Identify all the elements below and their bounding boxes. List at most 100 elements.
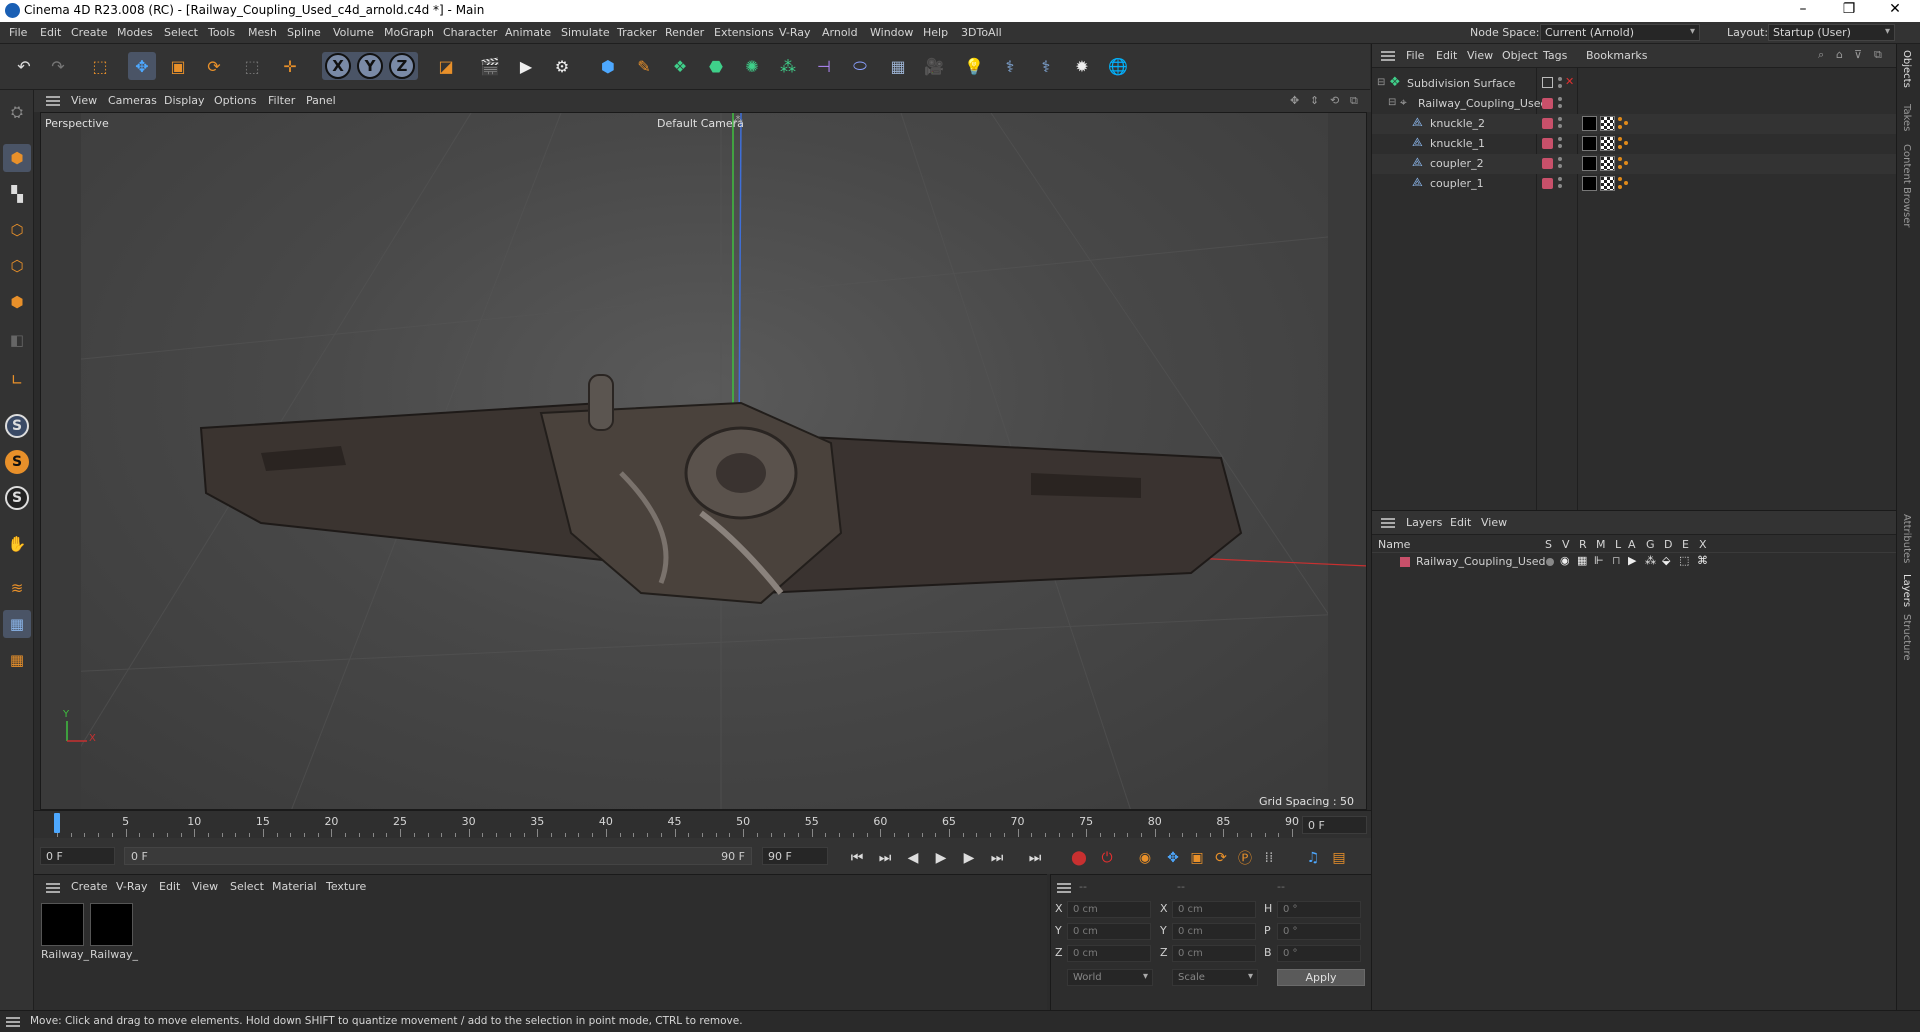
subdivision-generator-icon[interactable]: ❖: [666, 52, 694, 80]
recent-tools-icon[interactable]: ⬚: [238, 52, 266, 80]
snap-icon-2[interactable]: S: [3, 448, 31, 476]
menu-tracker[interactable]: Tracker: [617, 26, 657, 39]
menu-extensions[interactable]: Extensions: [714, 26, 774, 39]
globe-icon[interactable]: 🌐: [1104, 52, 1132, 80]
object-name[interactable]: knuckle_2: [1430, 117, 1485, 130]
polygons-mode-icon[interactable]: ⬢: [3, 288, 31, 316]
render-region-icon[interactable]: 🎬: [476, 52, 504, 80]
layer-row-railway-coupling-used[interactable]: Railway_Coupling_Used ◉ ▦ ⊩ ⊓ ▶ ⁂ ⬙ ⬚ ⌘: [1372, 554, 1897, 570]
visibility-dots-icon[interactable]: [1558, 137, 1562, 149]
object-hamburger-icon[interactable]: [1381, 51, 1395, 61]
camera-icon[interactable]: 🎥: [920, 52, 948, 80]
material-menu-material[interactable]: Material: [272, 880, 317, 893]
viewport-menu-filter[interactable]: Filter: [268, 94, 295, 107]
menu-render[interactable]: Render: [665, 26, 704, 39]
camera-link-icon[interactable]: ⁂: [733, 115, 743, 126]
python-icon[interactable]: ⚕: [996, 52, 1024, 80]
layer-generators-icon[interactable]: ⁂: [1645, 554, 1656, 567]
selection-tag-icon[interactable]: [1618, 117, 1630, 129]
layer-animation-icon[interactable]: ▶: [1628, 554, 1636, 567]
uvw-tag-icon[interactable]: [1600, 176, 1615, 191]
menu-character[interactable]: Character: [443, 26, 497, 39]
mograph-cloner-icon[interactable]: ✺: [738, 52, 766, 80]
material-tag-icon[interactable]: [1582, 176, 1597, 191]
key-scale-icon[interactable]: ▣: [1186, 847, 1208, 869]
object-row-railway-coupling-used[interactable]: ⊟ ⌖ Railway_Coupling_Used: [1372, 94, 1897, 114]
timeline-ruler[interactable]: 051015202530354045505560657075808590 0 F: [34, 810, 1371, 838]
object-home-icon[interactable]: ⌂: [1836, 48, 1843, 61]
record-active-icon[interactable]: ⬤: [1068, 847, 1090, 869]
layer-hamburger-icon[interactable]: [1381, 518, 1395, 528]
layer-color-swatch[interactable]: [1400, 557, 1410, 567]
move-tool-icon[interactable]: ✥: [128, 52, 156, 80]
live-selection-icon[interactable]: ⬚: [86, 52, 114, 80]
tweak-mode-icon[interactable]: ✋: [3, 530, 31, 558]
layer-col-manager[interactable]: M: [1596, 538, 1606, 551]
layer-expressions-icon[interactable]: ⬚: [1679, 554, 1689, 567]
model-mode-icon[interactable]: ⬢: [3, 144, 31, 172]
solo-icon[interactable]: ≋: [3, 574, 31, 602]
layer-menu-view[interactable]: View: [1481, 516, 1507, 529]
layer-solo-icon[interactable]: [1546, 558, 1554, 566]
render-view-icon[interactable]: ▶: [512, 52, 540, 80]
coordinates-hamburger-icon[interactable]: [1057, 883, 1071, 893]
menu-vray[interactable]: V-Ray: [779, 26, 811, 39]
selection-tag-icon[interactable]: [1618, 157, 1630, 169]
layer-name[interactable]: Railway_Coupling_Used: [1416, 555, 1545, 568]
side-tab-layers[interactable]: Layers: [1901, 574, 1912, 607]
viewport-menu-panel[interactable]: Panel: [306, 94, 336, 107]
object-row-knuckle-1[interactable]: ⟁ knuckle_1: [1372, 134, 1897, 154]
object-row-coupler-1[interactable]: ⟁ coupler_1: [1372, 174, 1897, 194]
key-position-icon[interactable]: ✥: [1162, 847, 1184, 869]
dope-sheet-icon[interactable]: ▤: [1328, 847, 1350, 869]
layer-col-solo[interactable]: S: [1545, 538, 1552, 551]
z-axis-lock-button[interactable]: Z: [389, 53, 415, 79]
viewport-menu-options[interactable]: Options: [214, 94, 256, 107]
viewport-camera-label[interactable]: Default Camera: [657, 117, 744, 130]
coord-size-z-field[interactable]: 0 cm: [1172, 945, 1256, 962]
menu-volume[interactable]: Volume: [333, 26, 374, 39]
menu-window[interactable]: Window: [870, 26, 913, 39]
viewport-hamburger-icon[interactable]: [46, 96, 60, 106]
material-tag-icon[interactable]: [1582, 156, 1597, 171]
visibility-dots-icon[interactable]: [1558, 77, 1562, 89]
extrude-generator-icon[interactable]: ⬣: [702, 52, 730, 80]
coord-pos-z-field[interactable]: 0 cm: [1067, 945, 1151, 962]
layer-manager-icon[interactable]: ⊩: [1594, 554, 1604, 567]
material-menu-edit[interactable]: Edit: [159, 880, 180, 893]
coord-size-y-field[interactable]: 0 cm: [1172, 923, 1256, 940]
frame-range-slider[interactable]: 0 F 90 F: [124, 847, 752, 865]
layer-col-name[interactable]: Name: [1378, 538, 1410, 551]
selection-tag-icon[interactable]: [1618, 137, 1630, 149]
previous-frame-icon[interactable]: ◀: [902, 847, 924, 869]
next-frame-icon[interactable]: ▶: [958, 847, 980, 869]
layer-col-generators[interactable]: G: [1646, 538, 1655, 551]
menu-spline[interactable]: Spline: [287, 26, 321, 39]
previous-key-icon[interactable]: ⏭: [874, 847, 896, 869]
object-menu-bookmarks[interactable]: Bookmarks: [1586, 49, 1647, 62]
viewport-rotate-icon[interactable]: ⟲: [1330, 94, 1339, 107]
coord-rot-p-field[interactable]: 0 °: [1277, 923, 1361, 940]
side-tab-objects[interactable]: Objects: [1901, 50, 1912, 88]
viewport-menu-cameras[interactable]: Cameras: [108, 94, 157, 107]
material-hamburger-icon[interactable]: [46, 883, 60, 893]
material-label-1[interactable]: Railway_: [41, 948, 89, 961]
object-row-knuckle-2[interactable]: ⟁ knuckle_2: [1372, 114, 1897, 134]
viewport-maximize-icon[interactable]: ⧉: [1350, 94, 1358, 108]
visibility-dots-icon[interactable]: [1558, 117, 1562, 129]
object-name[interactable]: coupler_1: [1430, 177, 1484, 190]
layer-color-swatch[interactable]: [1542, 178, 1553, 189]
object-name[interactable]: coupler_2: [1430, 157, 1484, 170]
object-menu-tags[interactable]: Tags: [1543, 49, 1567, 62]
material-label-2[interactable]: Railway_: [90, 948, 138, 961]
layer-deformers-icon[interactable]: ⬙: [1662, 554, 1670, 567]
apply-button[interactable]: Apply: [1277, 969, 1365, 986]
menu-3dtoall[interactable]: 3DToAll: [961, 26, 1002, 39]
layer-render-icon[interactable]: ▦: [1577, 554, 1587, 567]
field-icon[interactable]: ⬭: [846, 52, 874, 80]
material-menu-view[interactable]: View: [192, 880, 218, 893]
current-frame-field[interactable]: 0 F: [1302, 816, 1367, 834]
menu-select[interactable]: Select: [164, 26, 198, 39]
snap-icon-1[interactable]: S: [3, 412, 31, 440]
floor-icon[interactable]: ▦: [884, 52, 912, 80]
